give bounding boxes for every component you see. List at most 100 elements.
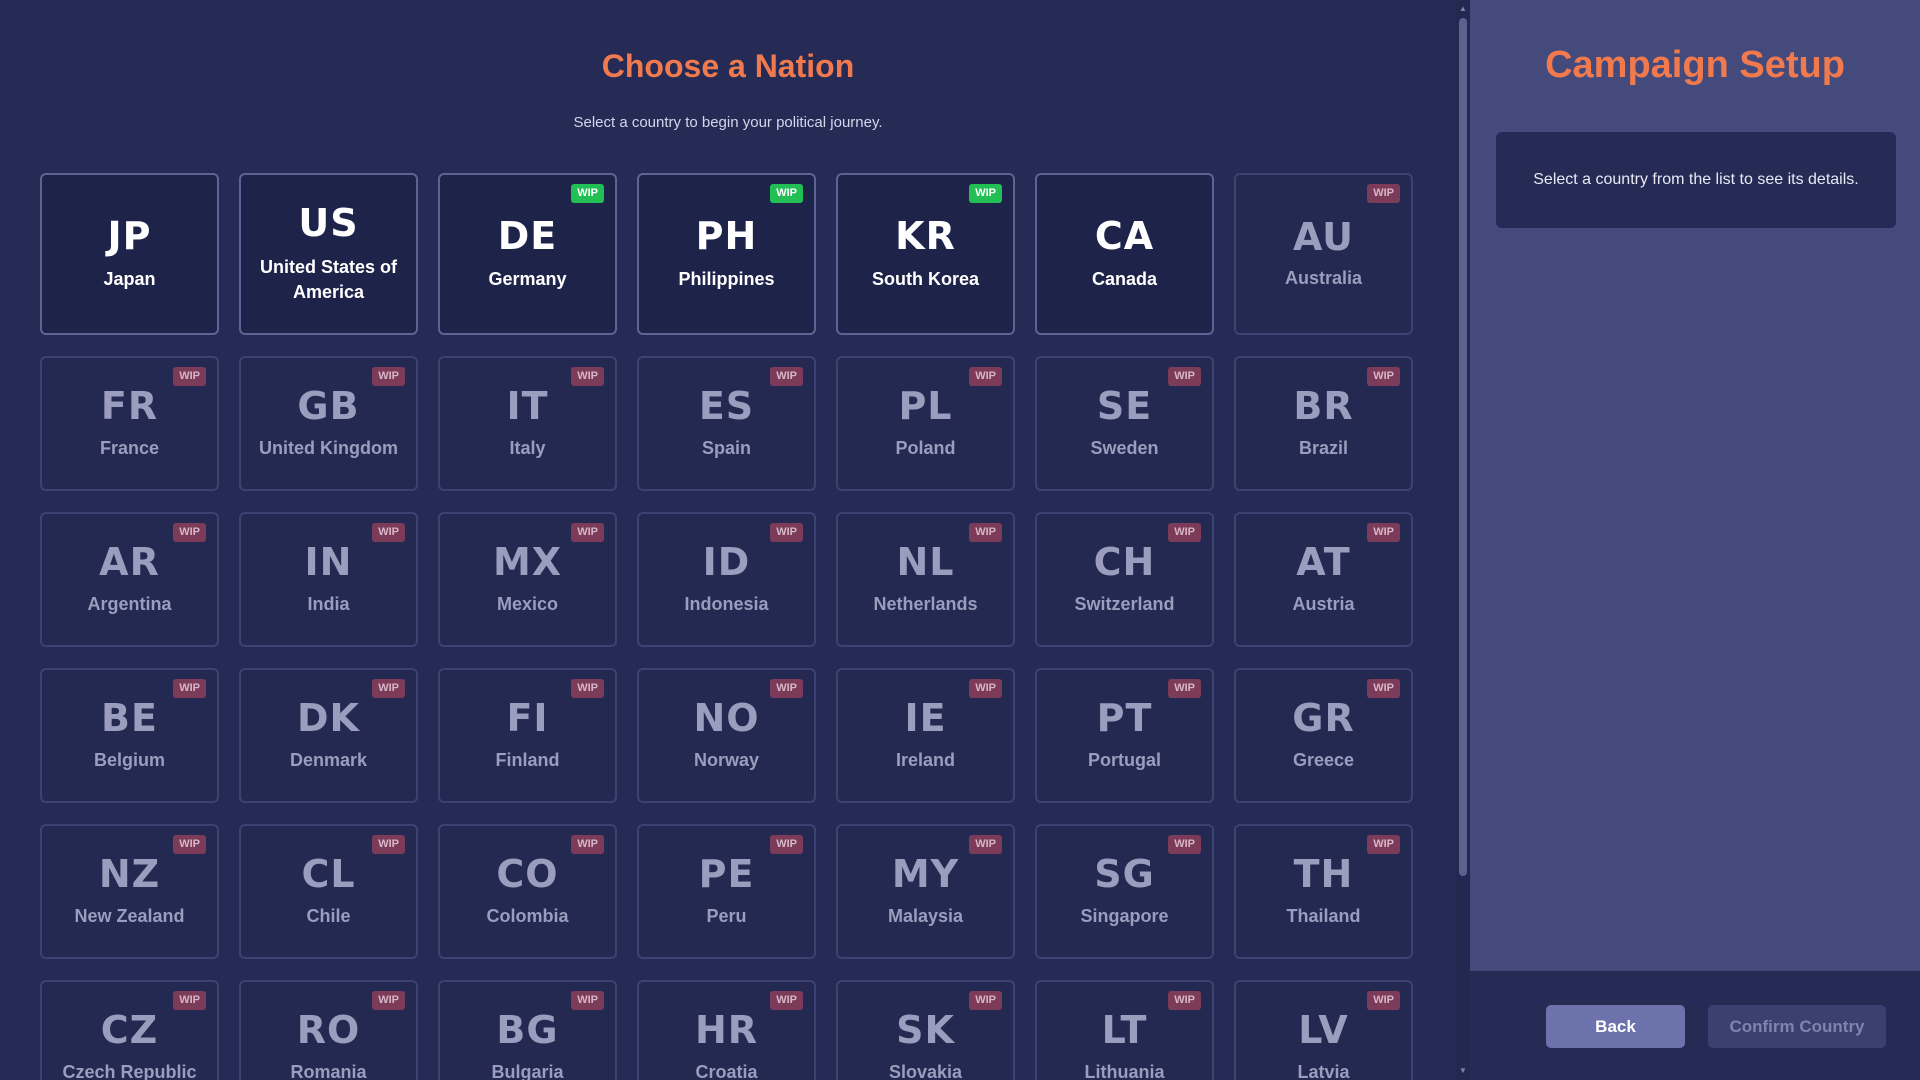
country-name: Lithuania xyxy=(1084,1061,1165,1080)
country-card-br[interactable]: WIP BR Brazil xyxy=(1234,356,1413,491)
country-card-my[interactable]: WIP MY Malaysia xyxy=(836,824,1015,959)
wip-badge: WIP xyxy=(372,367,405,386)
country-card-ar[interactable]: WIP AR Argentina xyxy=(40,512,219,647)
panel-title: Campaign Setup xyxy=(1545,44,1845,86)
wip-badge: WIP xyxy=(969,835,1002,854)
country-card-de[interactable]: WIP DE Germany xyxy=(438,173,617,335)
country-card-kr[interactable]: WIP KR South Korea xyxy=(836,173,1015,335)
country-card-th[interactable]: WIP TH Thailand xyxy=(1234,824,1413,959)
caret-down-icon[interactable]: ▼ xyxy=(1456,1064,1470,1078)
country-card-ph[interactable]: WIP PH Philippines xyxy=(637,173,816,335)
country-card-pt[interactable]: WIP PT Portugal xyxy=(1035,668,1214,803)
country-card-au[interactable]: WIP AU Australia xyxy=(1234,173,1413,335)
country-name: France xyxy=(99,437,160,458)
country-name: Portugal xyxy=(1087,749,1161,770)
country-code: IE xyxy=(904,696,947,740)
country-card-us[interactable]: US United States of America xyxy=(239,173,418,335)
country-card-be[interactable]: WIP BE Belgium xyxy=(40,668,219,803)
country-code: LT xyxy=(1101,1008,1148,1052)
country-code: CO xyxy=(496,852,559,896)
country-name: Romania xyxy=(290,1061,367,1080)
wip-badge: WIP xyxy=(1168,367,1201,386)
country-card-jp[interactable]: JP Japan xyxy=(40,173,219,335)
confirm-country-button[interactable]: Confirm Country xyxy=(1708,1005,1886,1048)
country-card-dk[interactable]: WIP DK Denmark xyxy=(239,668,418,803)
country-card-ie[interactable]: WIP IE Ireland xyxy=(836,668,1015,803)
country-card-pl[interactable]: WIP PL Poland xyxy=(836,356,1015,491)
country-name: Norway xyxy=(693,749,760,770)
country-name: Ireland xyxy=(895,749,956,770)
country-code: CH xyxy=(1093,540,1156,584)
country-card-gr[interactable]: WIP GR Greece xyxy=(1234,668,1413,803)
country-code: US xyxy=(298,200,359,245)
country-card-mx[interactable]: WIP MX Mexico xyxy=(438,512,617,647)
country-card-gb[interactable]: WIP GB United Kingdom xyxy=(239,356,418,491)
country-name: Australia xyxy=(1284,268,1363,289)
country-name: Peru xyxy=(706,905,747,926)
country-code: NO xyxy=(693,696,760,740)
page-title: Choose a Nation xyxy=(601,48,855,84)
country-code: SE xyxy=(1096,384,1153,428)
country-code: LV xyxy=(1298,1008,1349,1052)
wip-badge: WIP xyxy=(173,835,206,854)
country-name: Czech Republic xyxy=(62,1061,197,1080)
country-list-scrollbar[interactable]: ▲ ▼ xyxy=(1456,0,1470,1080)
country-code: JP xyxy=(107,213,152,258)
country-code: MX xyxy=(492,540,563,584)
country-card-bg[interactable]: WIP BG Bulgaria xyxy=(438,980,617,1080)
country-name: Spain xyxy=(701,437,751,458)
country-code: CZ xyxy=(100,1008,159,1052)
wip-badge: WIP xyxy=(173,367,206,386)
country-code: IT xyxy=(506,384,549,428)
country-card-in[interactable]: WIP IN India xyxy=(239,512,418,647)
wip-badge: WIP xyxy=(770,184,803,203)
wip-badge: WIP xyxy=(969,679,1002,698)
country-card-lv[interactable]: WIP LV Latvia xyxy=(1234,980,1413,1080)
country-name: Canada xyxy=(1091,269,1158,290)
country-card-nl[interactable]: WIP NL Netherlands xyxy=(836,512,1015,647)
country-card-fr[interactable]: WIP FR France xyxy=(40,356,219,491)
country-name: Chile xyxy=(306,905,351,926)
country-name: Brazil xyxy=(1298,437,1349,458)
country-card-ca[interactable]: CA Canada xyxy=(1035,173,1214,335)
country-card-co[interactable]: WIP CO Colombia xyxy=(438,824,617,959)
country-name: Belgium xyxy=(93,749,165,770)
country-name: Croatia xyxy=(695,1061,758,1080)
country-code: DK xyxy=(297,696,360,740)
country-card-ch[interactable]: WIP CH Switzerland xyxy=(1035,512,1214,647)
back-button[interactable]: Back xyxy=(1546,1005,1685,1048)
country-name: Japan xyxy=(103,269,156,290)
country-name: Greece xyxy=(1292,749,1355,770)
country-card-cl[interactable]: WIP CL Chile xyxy=(239,824,418,959)
country-card-nz[interactable]: WIP NZ New Zealand xyxy=(40,824,219,959)
country-card-it[interactable]: WIP IT Italy xyxy=(438,356,617,491)
scrollbar-thumb[interactable] xyxy=(1459,18,1467,876)
country-name: Sweden xyxy=(1090,437,1159,458)
caret-up-icon[interactable]: ▲ xyxy=(1456,2,1470,16)
country-card-sk[interactable]: WIP SK Slovakia xyxy=(836,980,1015,1080)
wip-badge: WIP xyxy=(372,991,405,1010)
country-code: SG xyxy=(1094,852,1155,896)
country-card-fi[interactable]: WIP FI Finland xyxy=(438,668,617,803)
country-name: Denmark xyxy=(289,749,368,770)
country-card-id[interactable]: WIP ID Indonesia xyxy=(637,512,816,647)
wip-badge: WIP xyxy=(372,679,405,698)
country-card-no[interactable]: WIP NO Norway xyxy=(637,668,816,803)
country-card-pe[interactable]: WIP PE Peru xyxy=(637,824,816,959)
wip-badge: WIP xyxy=(372,523,405,542)
country-code: PT xyxy=(1096,696,1153,740)
country-card-cz[interactable]: WIP CZ Czech Republic xyxy=(40,980,219,1080)
country-code: SK xyxy=(896,1008,955,1052)
country-code: TH xyxy=(1293,852,1354,896)
country-card-es[interactable]: WIP ES Spain xyxy=(637,356,816,491)
campaign-setup-panel: Campaign Setup Select a country from the… xyxy=(1470,0,1920,1080)
country-card-hr[interactable]: WIP HR Croatia xyxy=(637,980,816,1080)
country-card-ro[interactable]: WIP RO Romania xyxy=(239,980,418,1080)
wip-badge: WIP xyxy=(1168,679,1201,698)
country-card-sg[interactable]: WIP SG Singapore xyxy=(1035,824,1214,959)
country-card-se[interactable]: WIP SE Sweden xyxy=(1035,356,1214,491)
country-card-lt[interactable]: WIP LT Lithuania xyxy=(1035,980,1214,1080)
wip-badge: WIP xyxy=(571,679,604,698)
country-name: Italy xyxy=(509,437,546,458)
country-card-at[interactable]: WIP AT Austria xyxy=(1234,512,1413,647)
